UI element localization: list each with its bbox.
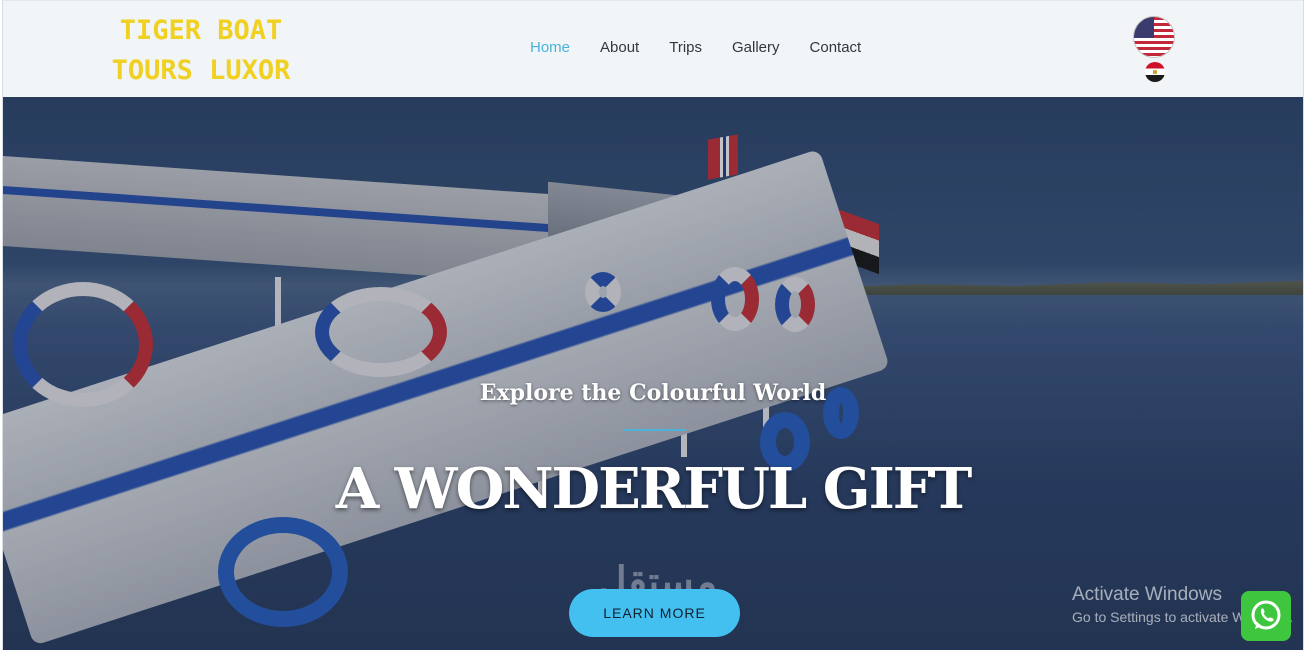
hero-title: A WONDERFUL GIFT (335, 456, 973, 522)
logo-line-2: TOURS LUXOR (111, 55, 291, 86)
whatsapp-icon (1251, 600, 1281, 630)
nav-contact[interactable]: Contact (810, 39, 862, 56)
site-header: TIGER BOAT TOURS LUXOR Home About Trips … (3, 0, 1303, 97)
nav-about[interactable]: About (600, 39, 639, 56)
nav-trips[interactable]: Trips (669, 39, 702, 56)
learn-more-button[interactable]: LEARN MORE (569, 589, 740, 637)
us-flag-canton (1134, 17, 1154, 38)
egypt-flag-icon[interactable] (1145, 62, 1165, 82)
whatsapp-button[interactable] (1241, 591, 1291, 641)
nav-gallery[interactable]: Gallery (732, 39, 780, 56)
us-flag-icon[interactable] (1134, 17, 1174, 57)
logo-line-1: TIGER BOAT (119, 15, 283, 46)
hero-banner (3, 97, 1303, 650)
main-nav: Home About Trips Gallery Contact (530, 39, 891, 56)
hero-overlay (3, 97, 1303, 650)
egypt-flag-emblem (1153, 70, 1157, 74)
hero-divider (623, 429, 686, 431)
hero-subtitle: Explore the Colourful World (479, 380, 827, 406)
nav-home[interactable]: Home (530, 39, 570, 56)
site-logo[interactable]: TIGER BOAT TOURS LUXOR (101, 11, 301, 91)
